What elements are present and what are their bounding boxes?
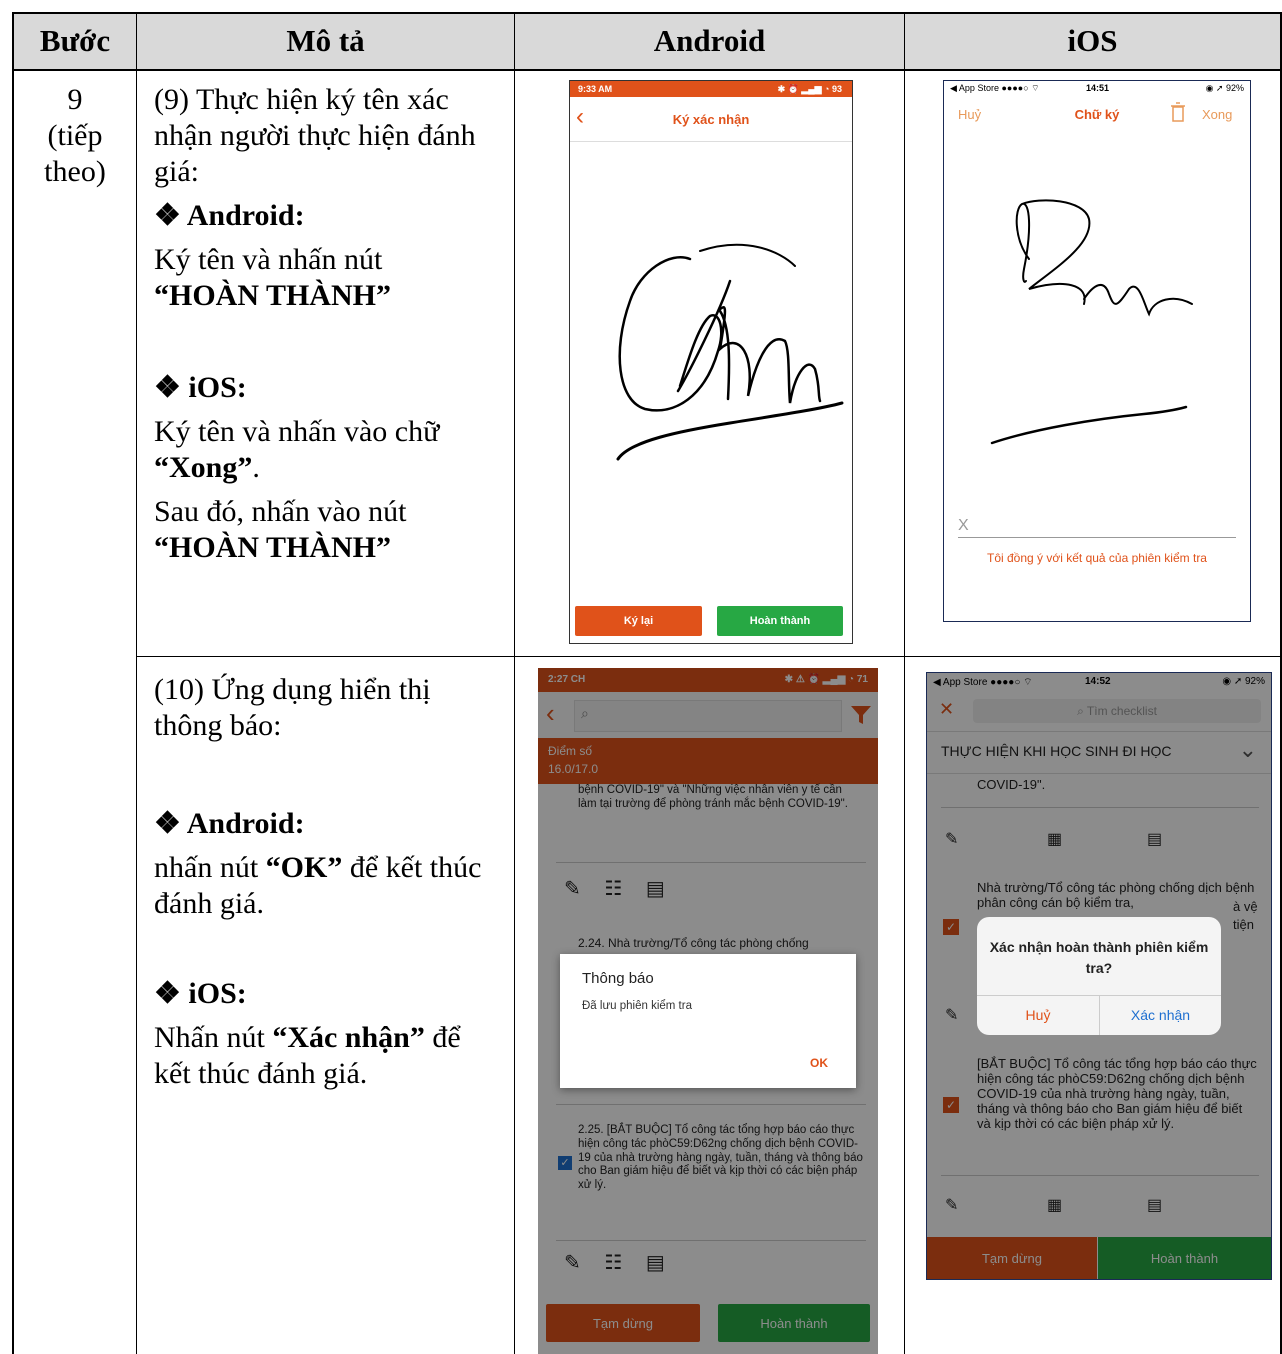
step-number-cell: 9 (tiếp theo) [14,82,136,190]
dialog-message: Đã lưu phiên kiểm tra [582,1000,692,1012]
status-time: 9:33 AM [578,84,613,94]
done-button[interactable]: Hoàn thành [717,606,843,636]
header-step: Bước [39,23,111,58]
row9-after-bold: “HOÀN THÀNH” [154,531,391,564]
table-border-col1 [136,12,137,1354]
confirm-alert: Xác nhận hoàn thành phiên kiểm tra? Huỷ … [977,917,1221,1035]
row10-ios-bold: “Xác nhận” [272,1021,425,1054]
row10-android-screenshot: 2:27 CH ✱ ⚠ ⏰ ▂▄▆ ◔ 71 ‹ ⌕ Điểm số 16.0/… [538,668,878,1354]
row9-intro: (9) Thực hiện ký tên xác nhận người thực… [154,83,476,188]
status-icons: ✱ ⏰ ▂▄▆ ◔ 93 [777,84,842,94]
step-continued-2: theo) [44,155,106,188]
dialog-ok-button[interactable]: OK [810,1056,828,1070]
table-border-col2 [514,12,515,1354]
android-status-bar: 9:33 AM ✱ ⏰ ▂▄▆ ◔ 93 [570,81,852,97]
row10-description: (10) Ứng dụng hiển thị thông báo: ❖ Andr… [154,672,504,1092]
step-continued-1: (tiếp [47,119,103,152]
row9-ios-dot: . [252,451,260,484]
row9-ios-heading: ❖ iOS: [154,371,247,404]
row9-after-text: Sau đó, nhấn vào nút [154,495,407,528]
row10-ios-text: Nhấn nút “Xác nhận” để kết thúc đánh giá… [154,1020,504,1092]
row9-ios-text: Ký tên và nhấn vào chữ [154,415,440,448]
signature-line [958,537,1236,538]
done-button[interactable]: Xong [1202,107,1232,122]
ios-status-bar: ◀ App Store ●●●●○ ⌔ 14:51 ◉ ➚ 92% [944,81,1250,97]
row10-android-heading: ❖ Android: [154,807,305,840]
dialog-title: Thông báo [582,970,654,987]
table-border-left [12,12,14,1354]
step-number: 9 [67,83,83,116]
resign-button[interactable]: Ký lại [575,606,702,636]
row10-android-text: nhấn nút “OK” để kết thúc đánh giá. [154,850,504,922]
row10-ios-screenshot: ◀ App Store ●●●●○ ⌔ 14:52 ◉ ➚ 92% ✕ ⌕ Tì… [926,672,1272,1280]
signature-drawing[interactable] [944,129,1250,529]
alert-title: Xác nhận hoàn thành phiên kiểm tra? [989,939,1209,976]
screen-title: Ký xác nhận [672,112,750,127]
row9-android-bold: “HOÀN THÀNH” [154,279,391,312]
notification-dialog: Thông báo Đã lưu phiên kiểm tra OK [560,954,856,1088]
agree-text: Tôi đồng ý với kết quả của phiên kiểm tr… [987,551,1207,565]
row9-android-heading: ❖ Android: [154,199,305,232]
signature-x-mark: X [958,517,969,534]
row9-android-screenshot: 9:33 AM ✱ ⏰ ▂▄▆ ◔ 93 ‹ Ký xác nhận Ký lạ… [569,80,853,644]
row9-ios-bold: “Xong” [154,451,253,484]
status-carrier: ◀ App Store ●●●●○ ⌔ [950,83,1040,93]
alert-confirm-button[interactable]: Xác nhận [1100,995,1221,1035]
header-description: Mô tả [286,23,365,58]
trash-icon[interactable] [1170,101,1186,126]
row9-description: (9) Thực hiện ký tên xác nhận người thực… [154,82,504,566]
signature-drawing[interactable] [570,141,852,601]
status-battery: ◉ ➚ 92% [1205,83,1244,93]
header-ios: iOS [1067,23,1118,58]
row9-ios-screenshot: ◀ App Store ●●●●○ ⌔ 14:51 ◉ ➚ 92% Huỷ Ch… [943,80,1251,622]
alert-cancel-button[interactable]: Huỷ [977,995,1099,1035]
row10-intro: (10) Ứng dụng hiển thị thông báo: [154,673,431,742]
table-border-row [137,656,1281,657]
header-android: Android [653,23,766,58]
android-appbar: ‹ Ký xác nhận [570,97,852,142]
ios-navbar: Huỷ Chữ ký Xong [944,97,1250,129]
row9-ios-line: “Xong”. [154,450,504,486]
row10-ios-heading: ❖ iOS: [154,977,247,1010]
status-time: 14:51 [1086,83,1110,93]
row9-android-text: Ký tên và nhấn nút [154,243,383,276]
table-border-col3 [904,12,905,1354]
row10-android-t1: nhấn nút [154,851,266,884]
row10-ios-t1: Nhấn nút [154,1021,273,1054]
row10-android-bold: “OK” [265,851,343,884]
